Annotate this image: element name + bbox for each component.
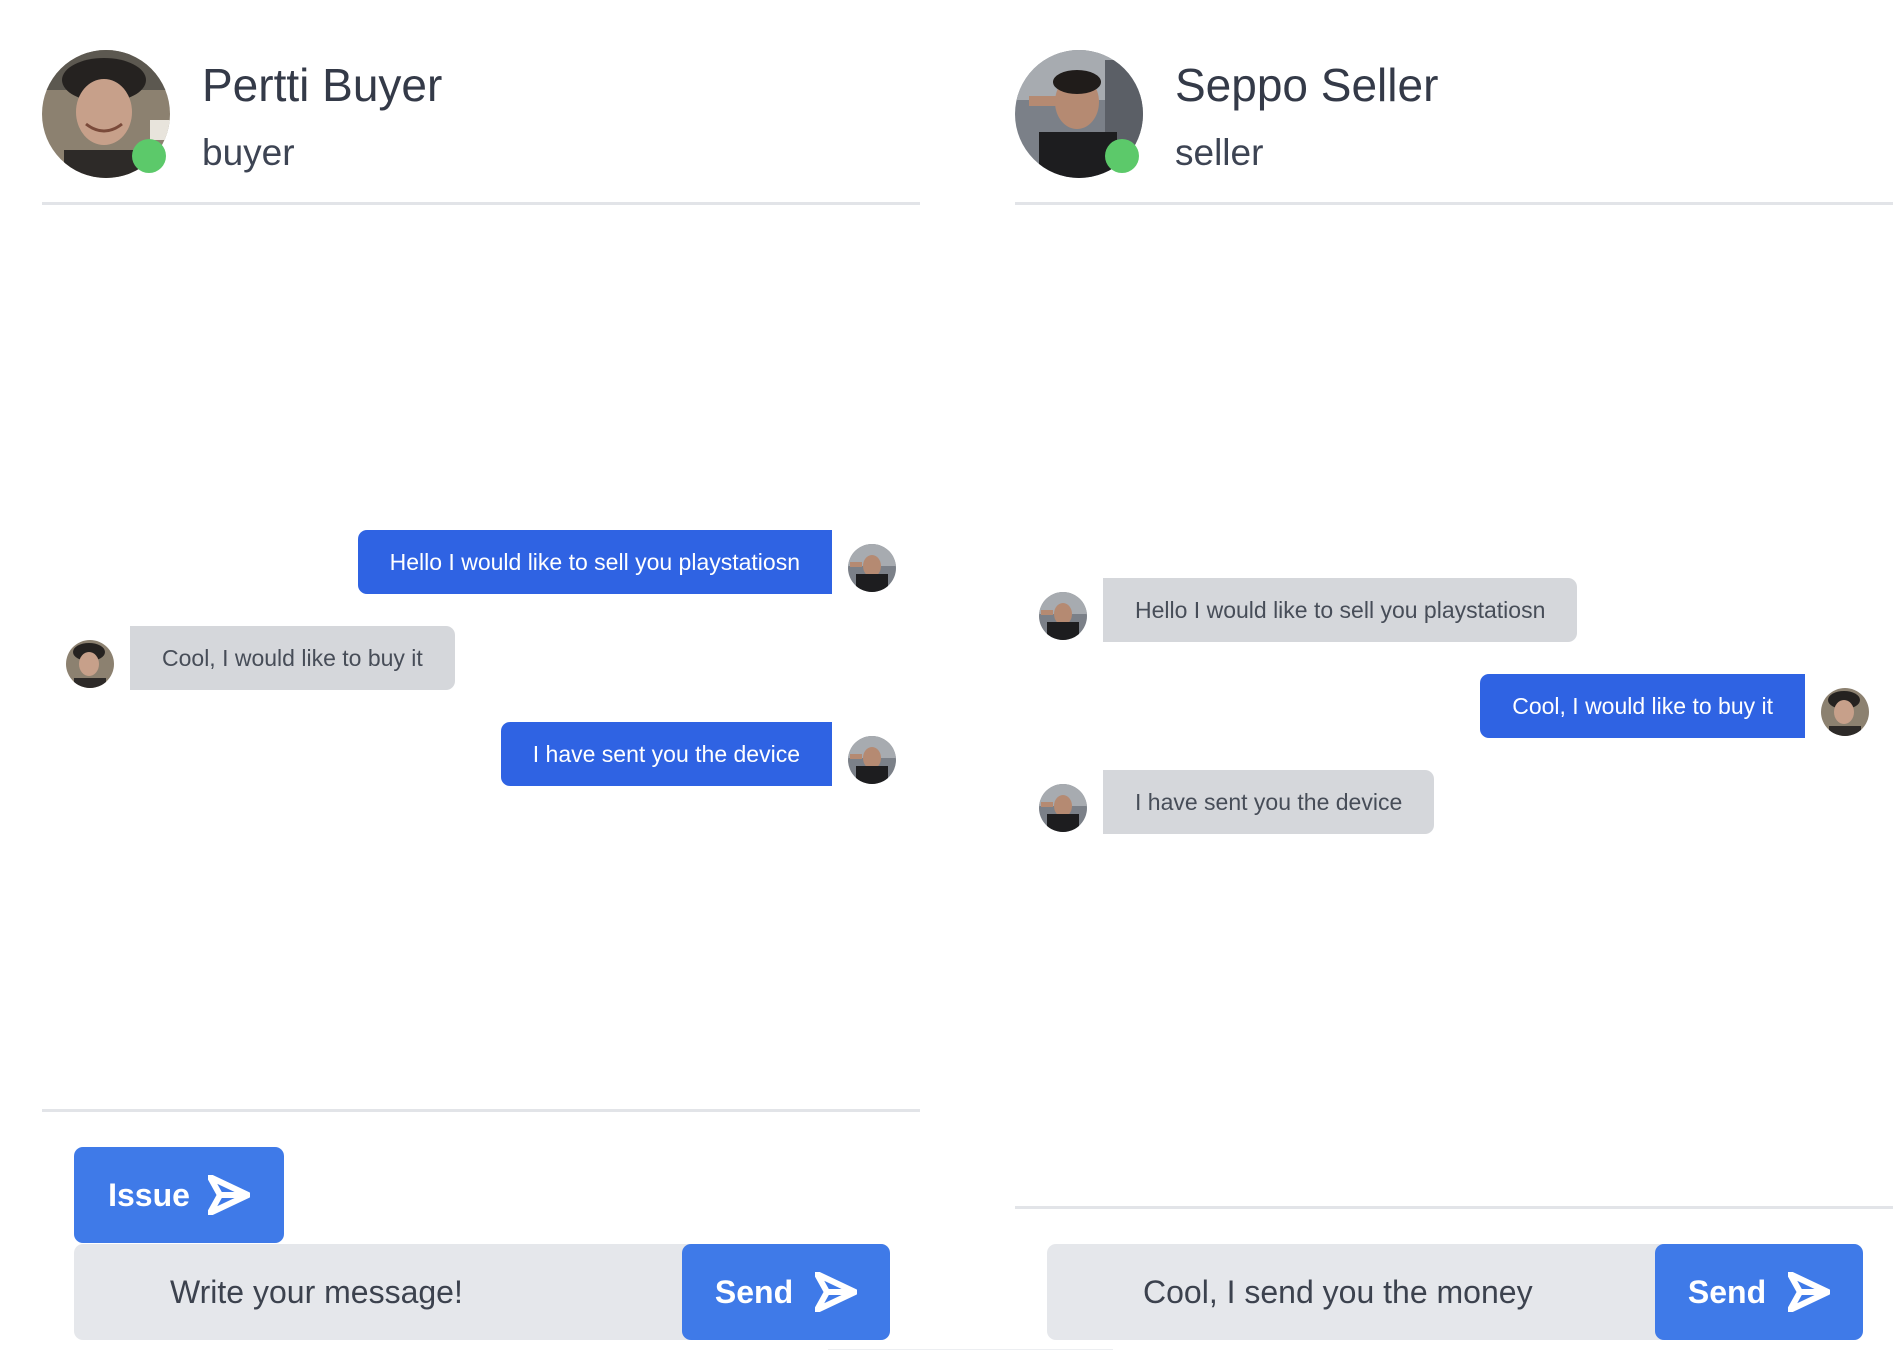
message-bubble: I have sent you the device [500,722,832,786]
send-button-label: Send [1687,1273,1767,1310]
message-composer: Send [1047,1244,1863,1340]
message-row: Hello I would like to sell you playstati… [1015,578,1893,642]
send-button[interactable]: Send [682,1244,890,1340]
message-row: I have sent you the device [1015,770,1893,834]
message-bubble: Cool, I would like to buy it [1480,674,1805,738]
send-button[interactable]: Send [1655,1244,1863,1340]
seller-avatar [1039,784,1087,832]
message-input[interactable] [74,1244,682,1340]
message-composer: Send [74,1244,890,1340]
header-divider [42,202,920,205]
buyer-chat-panel: Pertti Buyer buyer Hello I would like to… [42,0,920,1350]
seller-avatar [848,736,896,784]
chat-comparison-view: Pertti Buyer buyer Hello I would like to… [0,0,1904,1350]
send-button-label: Send [714,1273,794,1310]
message-bubble: I have sent you the device [1103,770,1435,834]
user-role: seller [1175,132,1264,173]
send-arrow-icon [814,1271,859,1313]
online-status-icon [1105,139,1139,173]
message-input[interactable] [1047,1244,1655,1340]
user-name: Pertti Buyer [202,59,443,111]
send-arrow-icon [1787,1271,1832,1313]
message-row: I have sent you the device [42,722,920,786]
composer-divider [42,1109,920,1112]
header-divider [1015,202,1893,205]
seller-chat-panel: Seppo Seller seller Hello I would like t… [1015,0,1893,1350]
user-name: Seppo Seller [1175,59,1439,111]
buyer-avatar [1821,688,1869,736]
user-role: buyer [202,132,295,173]
message-row: Cool, I would like to buy it [42,626,920,690]
message-row: Cool, I would like to buy it [1015,674,1893,738]
message-bubble: Cool, I would like to buy it [130,626,455,690]
chat-header: Seppo Seller seller [1015,50,1893,200]
issue-button-label: Issue [108,1176,190,1213]
send-arrow-icon [206,1174,251,1216]
composer-divider [1015,1206,1893,1209]
buyer-avatar [66,640,114,688]
online-status-icon [132,139,166,173]
chat-header: Pertti Buyer buyer [42,50,920,200]
message-bubble: Hello I would like to sell you playstati… [1103,578,1578,642]
message-bubble: Hello I would like to sell you playstati… [357,530,832,594]
seller-avatar [1039,592,1087,640]
message-row: Hello I would like to sell you playstati… [42,530,920,594]
seller-avatar [848,544,896,592]
issue-button[interactable]: Issue [74,1147,284,1243]
